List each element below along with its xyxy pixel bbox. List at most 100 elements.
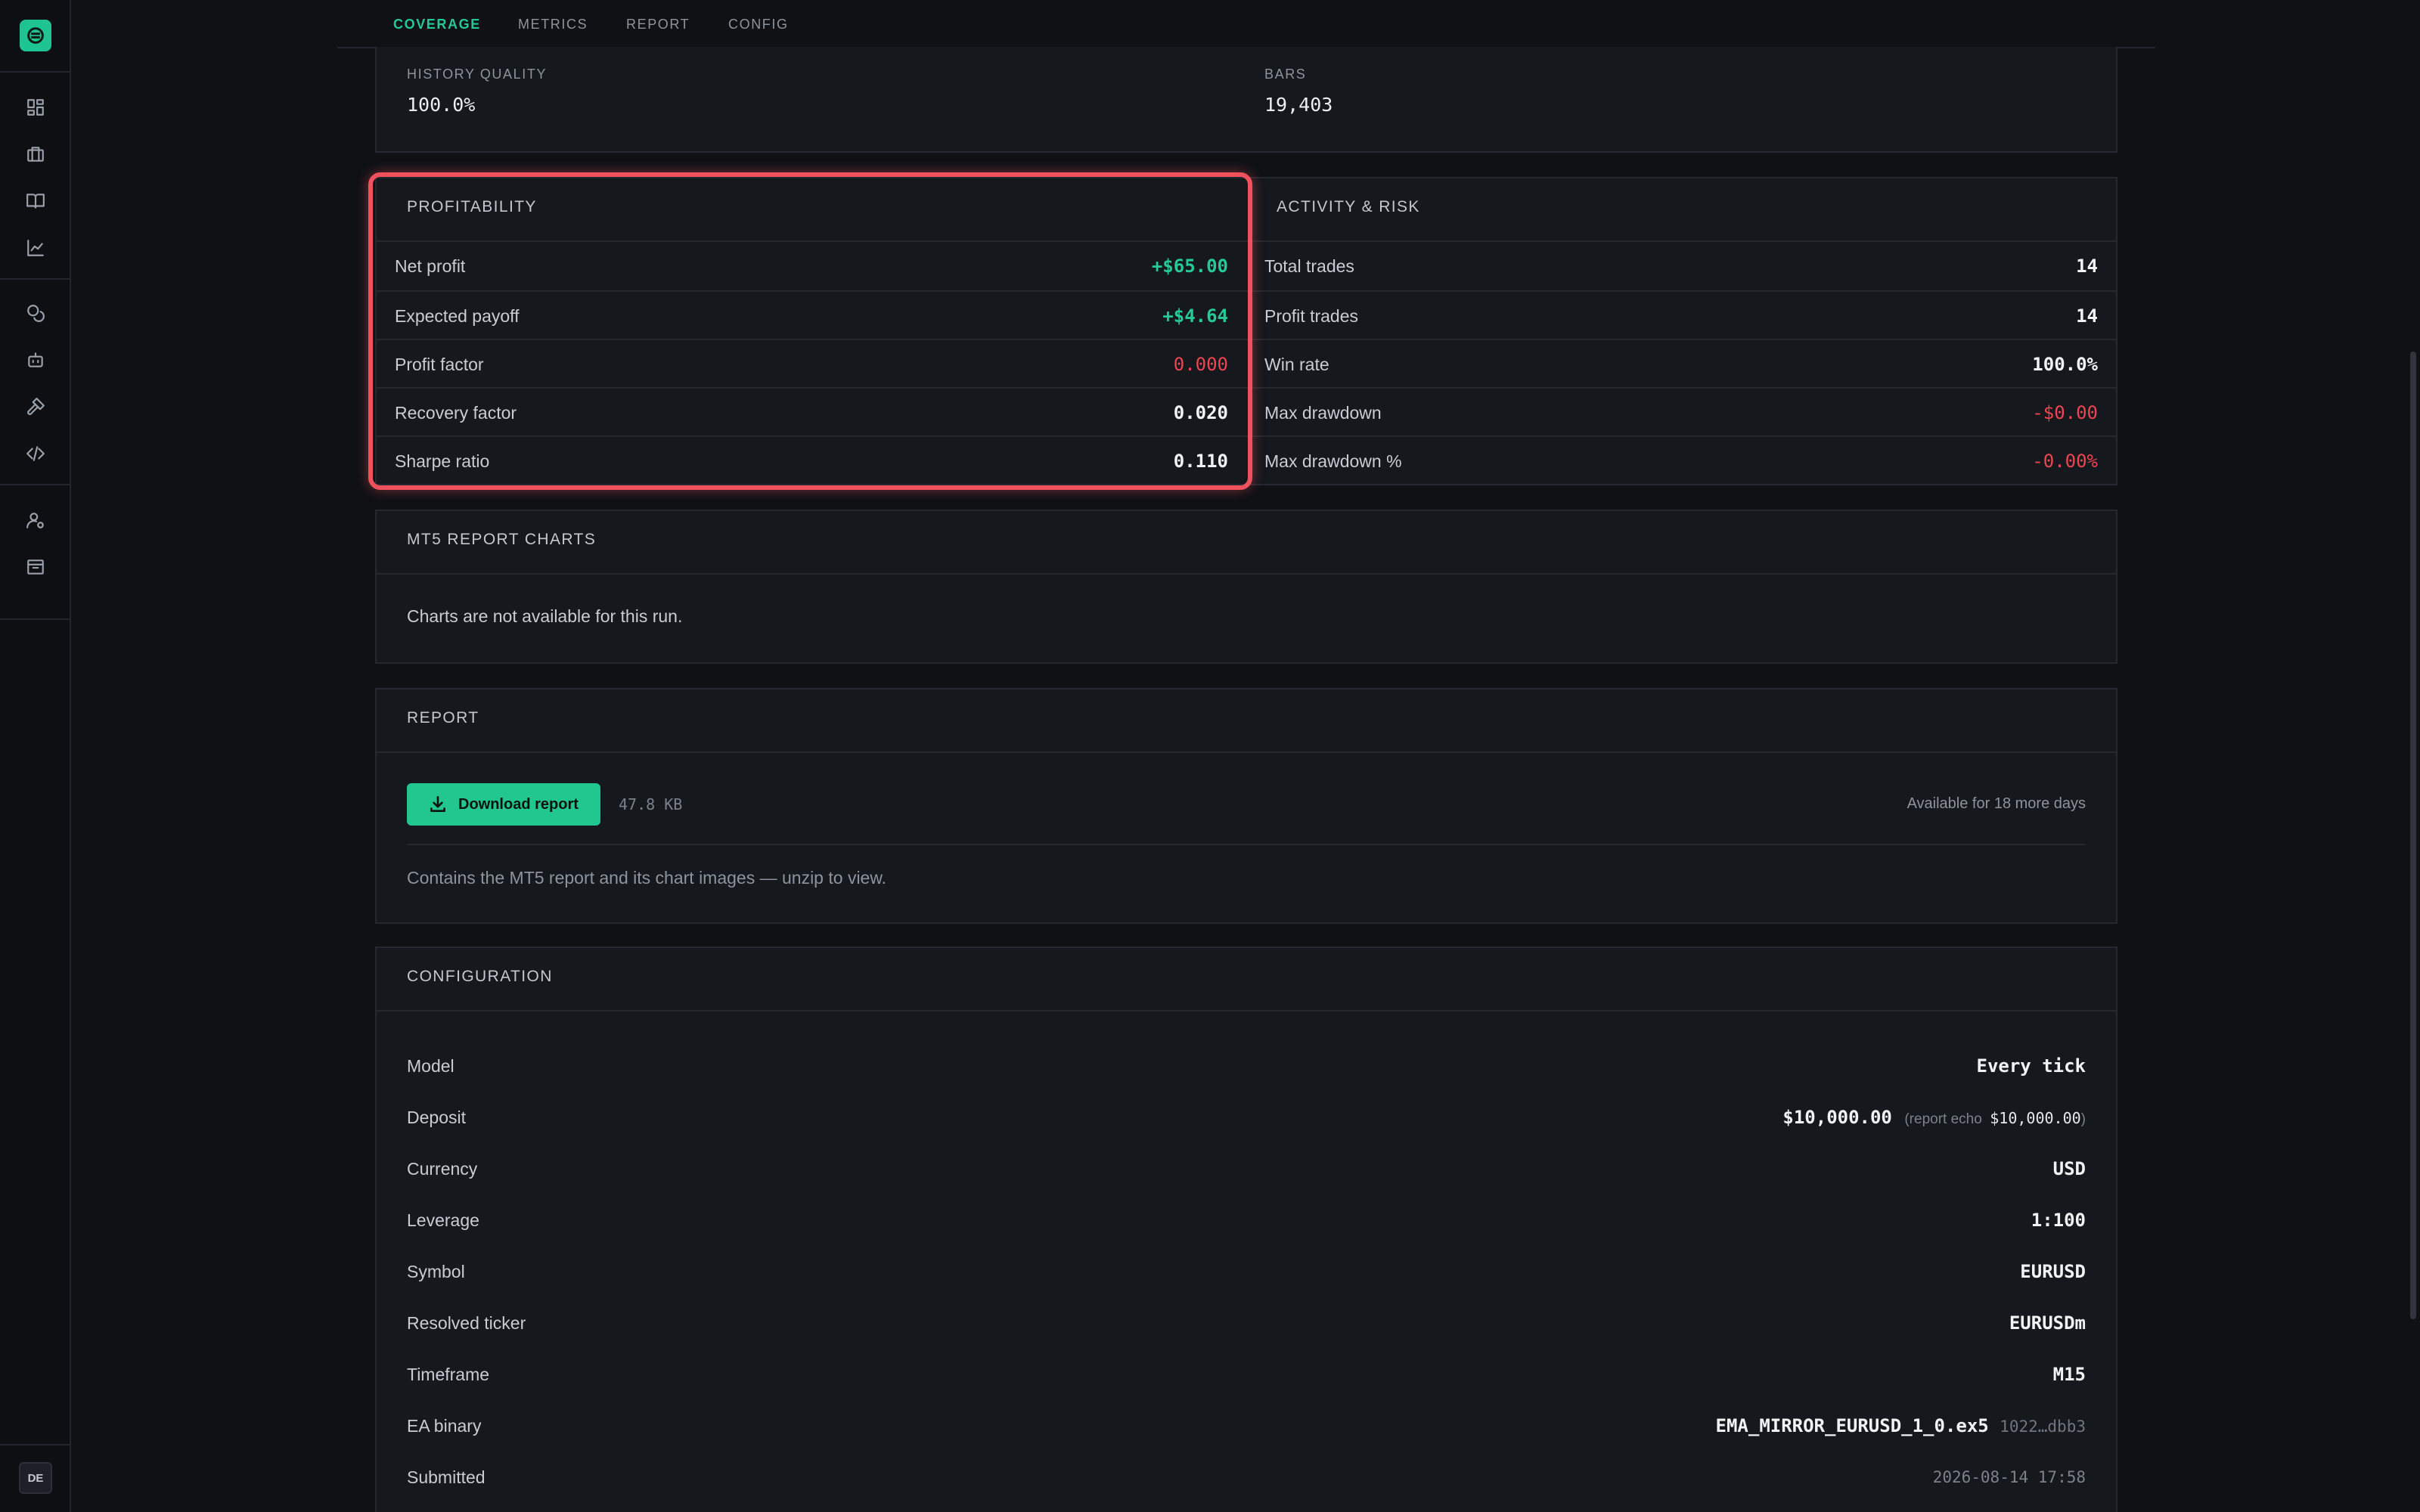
divider xyxy=(377,573,2116,575)
metric-value: -$0.00 xyxy=(2032,402,2098,423)
sidebar-footer: DE xyxy=(0,1444,71,1512)
metric-value: 14 xyxy=(2076,305,2098,327)
download-icon xyxy=(430,795,445,812)
config-row-submitted: Submitted 2026-08-14 17:58 xyxy=(377,1453,2116,1501)
metric-value: 100.0% xyxy=(2032,354,2098,375)
user-gear-icon[interactable] xyxy=(24,509,47,531)
config-value: USD xyxy=(2052,1158,2086,1179)
config-row-leverage: Leverage 1:100 xyxy=(377,1196,2116,1244)
metric-value: 0.020 xyxy=(1173,402,1228,423)
config-value-group: $10,000.00 (report echo $10,000.00) xyxy=(1782,1107,2086,1128)
hammer-icon[interactable] xyxy=(24,395,47,418)
config-value: EURUSD xyxy=(2020,1261,2086,1282)
metric-row: Total trades 14 xyxy=(1249,242,2116,290)
metric-value: +$4.64 xyxy=(1162,305,1228,327)
tab-report[interactable]: REPORT xyxy=(626,0,690,48)
config-label: Currency xyxy=(407,1158,478,1179)
config-value: M15 xyxy=(2052,1364,2086,1385)
config-row-ticker: Resolved ticker EURUSDm xyxy=(377,1299,2116,1347)
divider xyxy=(377,1010,2116,1012)
config-row-binary: EA binary EMA_MIRROR_EURUSD_1_0.ex5 1022… xyxy=(377,1402,2116,1450)
configuration-card: CONFIGURATION Model Every tick Deposit $… xyxy=(375,947,2118,1512)
metric-row: Max drawdown % -0.00% xyxy=(1249,437,2116,485)
tab-coverage[interactable]: COVERAGE xyxy=(393,0,481,50)
tab-config[interactable]: CONFIG xyxy=(728,0,789,48)
download-report-label: Download report xyxy=(458,795,579,813)
robot-icon[interactable] xyxy=(24,349,47,371)
metric-label: Profit factor xyxy=(395,354,484,374)
sidebar-divider xyxy=(0,618,71,620)
metric-value: 14 xyxy=(2076,256,2098,277)
scrollbar[interactable] xyxy=(2406,0,2420,1512)
metric-label: Sharpe ratio xyxy=(395,451,490,471)
metric-value: 0.110 xyxy=(1173,451,1228,472)
profitability-title: PROFITABILITY xyxy=(407,198,537,215)
metric-label: Expected payoff xyxy=(395,305,520,326)
metric-label: Max drawdown % xyxy=(1264,451,1402,471)
binary-hash: 1022…dbb3 xyxy=(2000,1418,2086,1436)
metric-row: Max drawdown -$0.00 xyxy=(1249,389,2116,437)
config-value: Every tick xyxy=(1976,1055,2086,1077)
configuration-title: CONFIGURATION xyxy=(407,968,553,985)
metric-label: Recovery factor xyxy=(395,402,517,423)
metric-row: Win rate 100.0% xyxy=(1249,340,2116,389)
sidebar: DE xyxy=(0,0,71,1512)
deposit-echo-value: $10,000.00 xyxy=(1990,1109,2081,1127)
config-value: 2026-08-14 17:58 xyxy=(1932,1468,2086,1486)
config-label: Model xyxy=(407,1055,455,1076)
sidebar-divider xyxy=(0,484,71,485)
config-value: EMA_MIRROR_EURUSD_1_0.ex5 xyxy=(1715,1415,1989,1436)
tab-metrics[interactable]: METRICS xyxy=(518,0,588,48)
activity-risk-card: ACTIVITY & RISK Total trades 14 Profit t… xyxy=(1248,177,2118,485)
config-label: Symbol xyxy=(407,1261,465,1281)
config-row-deposit: Deposit $10,000.00 (report echo $10,000.… xyxy=(377,1093,2116,1142)
deposit-echo-suffix: ) xyxy=(2080,1111,2086,1127)
sidebar-divider xyxy=(0,278,71,280)
download-report-button[interactable]: Download report xyxy=(407,783,600,826)
scrollbar-thumb[interactable] xyxy=(2410,352,2416,1319)
charts-title: MT5 REPORT CHARTS xyxy=(407,531,597,548)
archive-icon[interactable] xyxy=(24,556,47,578)
logo-icon[interactable] xyxy=(20,20,51,51)
metric-label: Profit trades xyxy=(1264,305,1358,326)
coins-icon[interactable] xyxy=(24,302,47,324)
metric-label: Total trades xyxy=(1264,256,1354,276)
history-quality-label: HISTORY QUALITY xyxy=(407,67,548,82)
metric-row: Profit trades 14 xyxy=(1249,292,2116,340)
coverage-card: HISTORY QUALITY 100.0% BARS 19,403 xyxy=(375,47,2118,153)
metric-label: Net profit xyxy=(395,256,466,276)
activity-risk-title: ACTIVITY & RISK xyxy=(1277,198,1420,215)
history-quality-value: 100.0% xyxy=(407,94,476,116)
chart-line-icon[interactable] xyxy=(24,237,47,259)
config-value: 1:100 xyxy=(2031,1210,2086,1231)
report-note: Contains the MT5 report and its chart im… xyxy=(407,868,887,888)
metric-value: 0.000 xyxy=(1173,354,1228,375)
metric-label: Max drawdown xyxy=(1264,402,1382,423)
config-row-symbol: Symbol EURUSD xyxy=(377,1247,2116,1296)
deposit-echo-prefix: (report echo xyxy=(1904,1111,1982,1127)
report-title: REPORT xyxy=(407,709,479,727)
config-row-timeframe: Timeframe M15 xyxy=(377,1350,2116,1399)
metric-row: Profit factor 0.000 xyxy=(377,340,1248,389)
config-label: Leverage xyxy=(407,1210,479,1230)
bars-value: 19,403 xyxy=(1264,94,1333,116)
briefcase-icon[interactable] xyxy=(24,143,47,166)
divider xyxy=(377,751,2116,753)
language-switcher[interactable]: DE xyxy=(19,1462,52,1494)
config-label: Deposit xyxy=(407,1107,466,1127)
config-label: Submitted xyxy=(407,1467,486,1487)
charts-card: MT5 REPORT CHARTS Charts are not availab… xyxy=(375,510,2118,664)
config-label: Timeframe xyxy=(407,1364,490,1384)
tab-bar: COVERAGE METRICS REPORT CONFIG xyxy=(337,0,2155,50)
book-icon[interactable] xyxy=(24,190,47,212)
code-icon[interactable] xyxy=(24,442,47,465)
config-row-currency: Currency USD xyxy=(377,1145,2116,1193)
config-value-group: EMA_MIRROR_EURUSD_1_0.ex5 1022…dbb3 xyxy=(1716,1415,2086,1436)
metric-value: +$65.00 xyxy=(1151,256,1228,277)
charts-empty-message: Charts are not available for this run. xyxy=(407,606,683,626)
dashboard-icon[interactable] xyxy=(24,96,47,119)
profitability-card: PROFITABILITY Net profit +$65.00 Expecte… xyxy=(375,177,1249,485)
report-card: REPORT Download report 47.8 KB Available… xyxy=(375,688,2118,924)
metric-row: Expected payoff +$4.64 xyxy=(377,292,1248,340)
sidebar-divider xyxy=(0,71,71,73)
